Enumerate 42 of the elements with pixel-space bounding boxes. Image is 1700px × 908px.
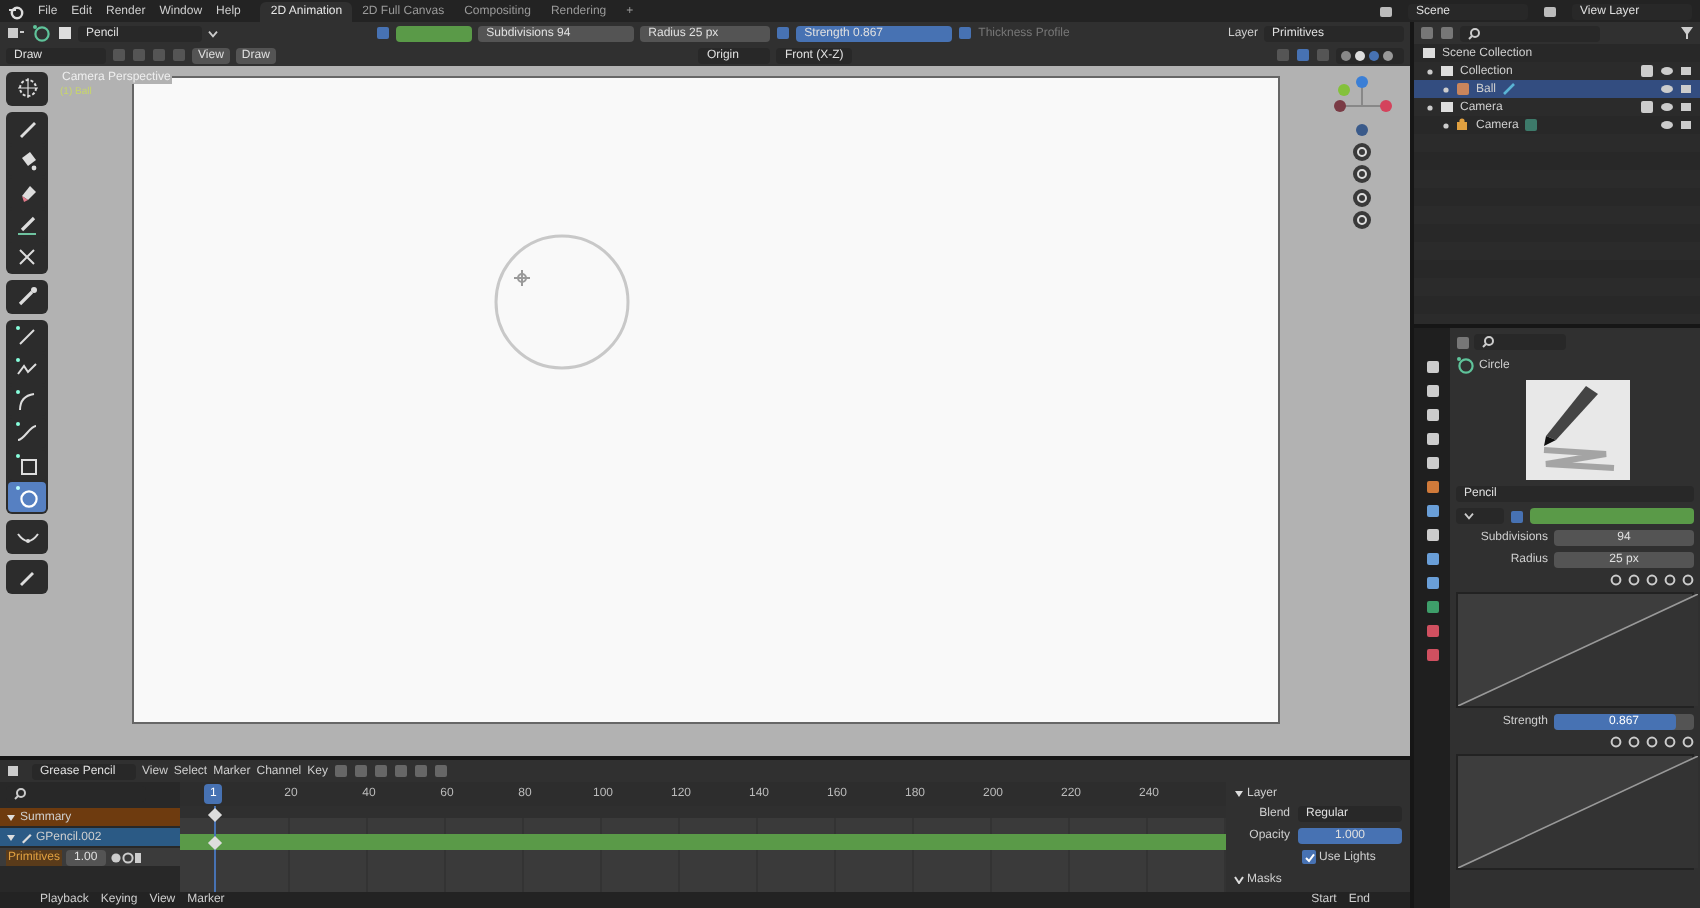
- camera-data-icon: [1524, 118, 1539, 132]
- search-icon: [1468, 27, 1480, 39]
- scissors-icon: [14, 244, 40, 270]
- expand-icon: [1234, 876, 1244, 884]
- expand-icon: [1442, 85, 1450, 93]
- crosshair-icon: [514, 270, 530, 286]
- scene-collection-icon: [1422, 46, 1436, 60]
- eyedropper-icon: [14, 284, 40, 310]
- pencil-stroke-drawing: [1526, 380, 1630, 480]
- check-icon: [1303, 851, 1315, 863]
- expand-icon: [6, 813, 16, 821]
- circle-stroke: [492, 232, 632, 372]
- collection-icon: [1440, 64, 1454, 78]
- color-field[interactable]: [396, 25, 473, 41]
- arc-icon: [14, 388, 40, 414]
- funnel-icon: [1680, 26, 1694, 40]
- circle-tool-icon: [32, 24, 52, 42]
- search-field[interactable]: [1460, 25, 1600, 41]
- brush-dropdown[interactable]: [1456, 508, 1504, 524]
- expand-icon: [1442, 121, 1450, 129]
- circle-tool-icon: [1456, 356, 1476, 374]
- expand-icon: [1426, 103, 1434, 111]
- square-icon: [14, 452, 40, 478]
- blender-logo-icon: [8, 3, 24, 19]
- expand-icon: [1426, 67, 1434, 75]
- search-icon: [14, 788, 26, 800]
- collection-icon: [1440, 100, 1454, 114]
- search-field[interactable]: [1473, 334, 1565, 350]
- pencil-icon: [20, 831, 32, 843]
- expand-icon: [6, 833, 16, 841]
- dopesheet-grid[interactable]: [180, 806, 1226, 892]
- visibility-icon: [109, 851, 142, 863]
- crosshair-icon: [14, 76, 40, 102]
- circle-icon: [14, 484, 40, 510]
- search-icon: [1481, 336, 1493, 348]
- line-icon: [14, 324, 40, 350]
- expand-icon: [1234, 790, 1244, 798]
- checkbox[interactable]: [1302, 850, 1316, 864]
- color-field[interactable]: [1530, 508, 1694, 524]
- curve-icon: [14, 420, 40, 446]
- mode-icon: [6, 25, 26, 41]
- stroke-data-icon: [1502, 82, 1517, 96]
